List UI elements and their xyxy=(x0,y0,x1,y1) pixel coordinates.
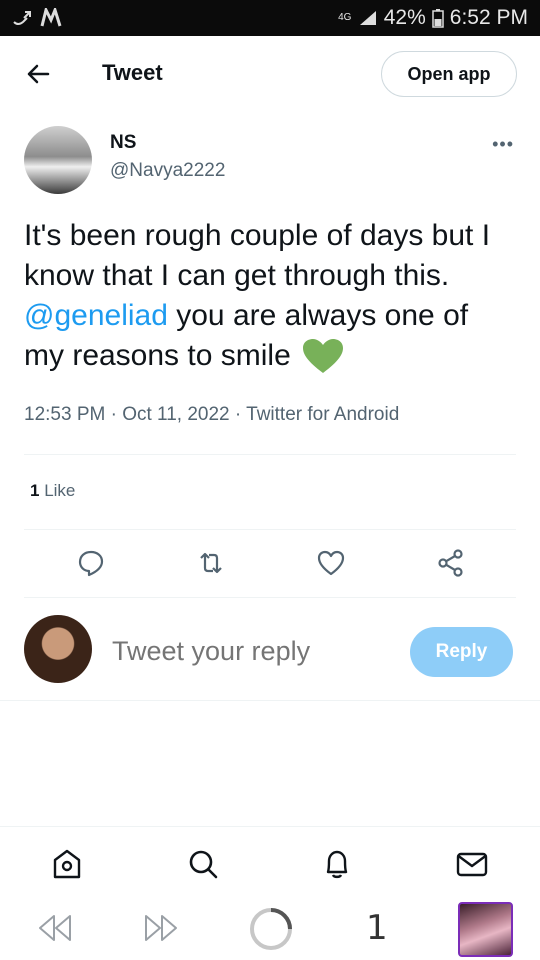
tab-count[interactable]: 1 xyxy=(366,908,388,948)
home-icon[interactable] xyxy=(50,847,84,881)
divider xyxy=(24,529,516,530)
notifications-icon[interactable] xyxy=(320,847,354,881)
green-heart-emoji-icon xyxy=(303,339,344,374)
like-number: 1 xyxy=(30,481,40,500)
retweet-icon[interactable] xyxy=(196,548,226,578)
reload-icon[interactable] xyxy=(248,906,294,952)
reply-icon[interactable] xyxy=(76,548,106,578)
status-bar: 4G 42% 6:52 PM xyxy=(0,0,540,36)
tweet-meta: 12:53 PM · Oct 11, 2022 · Twitter for An… xyxy=(24,404,400,425)
divider xyxy=(24,597,516,598)
bottom-nav xyxy=(0,826,540,898)
tweet-text: It's been rough couple of days but I kno… xyxy=(24,216,516,376)
share-icon[interactable] xyxy=(436,548,466,578)
call-forward-icon xyxy=(13,11,31,25)
like-heart-icon[interactable] xyxy=(316,548,346,578)
likes-count[interactable]: 1 Like xyxy=(30,481,75,501)
mention-link[interactable]: @geneliad xyxy=(24,299,168,332)
forward-nav-icon[interactable] xyxy=(142,910,182,946)
author-avatar[interactable] xyxy=(24,126,92,194)
tweet-actions xyxy=(0,548,540,580)
messages-icon[interactable] xyxy=(455,847,489,881)
open-app-button[interactable]: Open app xyxy=(381,51,517,97)
back-arrow-icon[interactable] xyxy=(22,58,54,90)
user-avatar[interactable] xyxy=(24,615,92,683)
signal-icon xyxy=(359,11,376,25)
clock: 6:52 PM xyxy=(449,6,528,29)
top-bar: Tweet Open app xyxy=(0,36,540,112)
app-notification-icon xyxy=(40,8,62,27)
reply-button[interactable]: Reply xyxy=(410,627,513,677)
search-icon[interactable] xyxy=(186,847,220,881)
profile-thumbnail[interactable] xyxy=(458,902,513,957)
network-type: 4G xyxy=(338,12,352,23)
battery-percent: 42% xyxy=(383,6,426,29)
more-options-icon[interactable]: ••• xyxy=(492,134,514,155)
author-name[interactable]: NS xyxy=(110,132,136,154)
back-nav-icon[interactable] xyxy=(34,910,74,946)
reply-input[interactable] xyxy=(112,636,392,667)
page-title: Tweet xyxy=(102,60,163,85)
battery-icon xyxy=(432,9,444,28)
like-label: Like xyxy=(44,481,76,500)
divider xyxy=(24,454,516,455)
author-handle[interactable]: @Navya2222 xyxy=(110,160,225,182)
divider xyxy=(0,700,540,701)
tweet-text-part: It's been rough couple of days but I kno… xyxy=(24,219,491,292)
